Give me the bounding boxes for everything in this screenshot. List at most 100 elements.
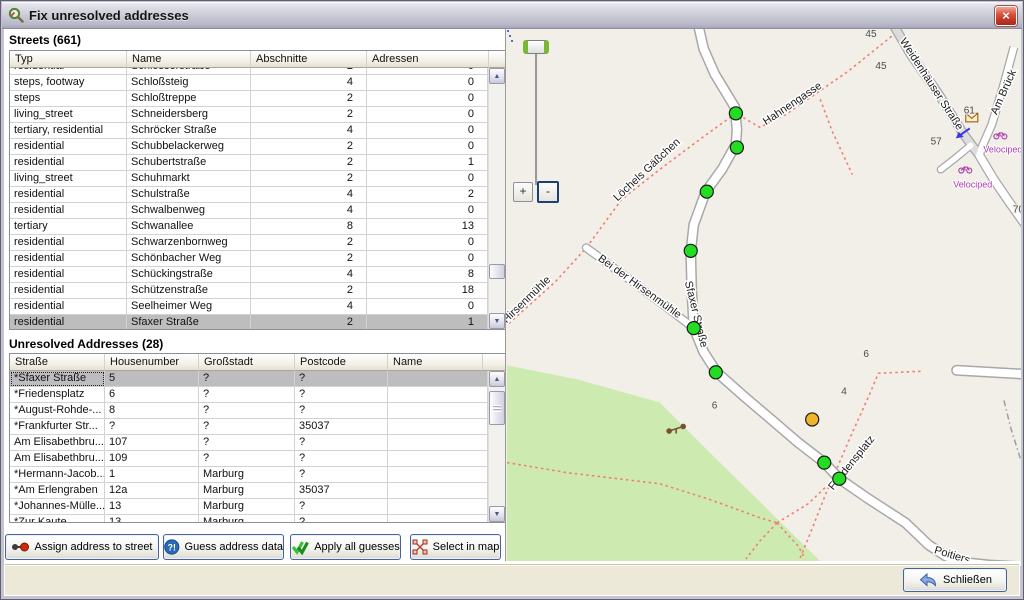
street-row[interactable]: stepsSchloßtreppe20 [10,91,488,107]
street-row[interactable]: tertiarySchwanallee813 [10,219,488,235]
street-row[interactable]: residentialSchönbacher Weg20 [10,251,488,267]
street-row[interactable]: residentialSchubertstraße21 [10,155,488,171]
addresse-row[interactable]: Am Elisabethbru...107?? [10,435,488,451]
cell: residential [10,235,127,251]
column-header-typ[interactable]: Typ [10,51,127,68]
street-row[interactable]: steps, footwaySchloßsteig40 [10,75,488,91]
cell: 6 [105,387,199,403]
street-row[interactable]: living_streetSchuhmarkt20 [10,171,488,187]
addresses-scrollbar[interactable]: ▲ ▼ [488,371,505,522]
street-row[interactable]: residentialSchlosserstraße20 [10,68,488,75]
address-marker[interactable] [729,107,742,120]
addresse-row[interactable]: *August-Rohde-...8?? [10,403,488,419]
street-row[interactable]: living_streetSchneidersberg20 [10,107,488,123]
streets-table: Typ Name Abschnitte Adressen residential… [9,50,506,330]
cell: Schuhmarkt [127,171,251,187]
street-row[interactable]: residentialSchwalbenweg40 [10,203,488,219]
addresses-table-header: Straße Housenumber Großstadt Postcode Na… [10,354,505,371]
street-row[interactable]: residentialSchubbelackerweg20 [10,139,488,155]
addresse-row[interactable]: *Johannes-Mülle...13Marburg? [10,499,488,515]
cell: 4 [251,75,367,91]
column-header-housenumber[interactable]: Housenumber [105,354,199,371]
button-label: Assign address to street [34,541,152,553]
cell: residential [10,251,127,267]
cell: ? [199,403,295,419]
schliessen-button[interactable]: Schließen [903,568,1007,592]
street-row[interactable]: residentialSchückingstraße48 [10,267,488,283]
scrollbar-thumb[interactable] [489,264,505,279]
zoom-slider-handle[interactable] [523,40,549,54]
street-row[interactable]: residentialSfaxer Straße21 [10,315,488,329]
cell: 0 [367,203,488,219]
scroll-down-icon[interactable]: ▼ [489,313,505,329]
cell: 1 [105,467,199,483]
button-label: Apply all guesses [314,541,400,553]
cell: 2 [251,155,367,171]
scroll-up-icon[interactable]: ▲ [489,371,505,387]
address-marker[interactable] [684,244,697,257]
column-header-adressen[interactable]: Adressen [367,51,489,68]
scrollbar-thumb[interactable] [489,391,505,425]
street-row[interactable]: residentialSchwarzenbornweg20 [10,235,488,251]
zoom-in-button[interactable]: + [513,182,533,202]
title-bar[interactable]: Fix unresolved addresses × [2,2,1022,29]
scroll-down-icon[interactable]: ▼ [489,506,505,522]
cell: 13 [105,515,199,522]
address-marker[interactable] [833,472,846,485]
cell: 0 [367,91,488,107]
cell [388,451,488,467]
addresse-row[interactable]: Am Elisabethbru...109?? [10,451,488,467]
cell: living_street [10,107,127,123]
column-header-abschnitte[interactable]: Abschnitte [251,51,367,68]
addresse-row[interactable]: *Frankfurter Str...??35037 [10,419,488,435]
housenumber-label: 45 [875,61,887,72]
apply-all-guesses-button[interactable]: Apply all guesses [290,534,401,560]
cell: 0 [367,299,488,315]
zoom-slider-track[interactable] [535,45,538,185]
scroll-up-icon[interactable]: ▲ [489,68,505,84]
street-label: Hahnengasse [761,80,824,128]
guess-address-data-button[interactable]: ?! Guess address data [163,534,284,560]
column-header-strasse[interactable]: Straße [10,354,105,371]
street-row[interactable]: residentialSchützenstraße218 [10,283,488,299]
cell [388,483,488,499]
cell: steps [10,91,127,107]
address-marker[interactable] [818,456,831,469]
column-header-filler [489,51,505,68]
column-header-name[interactable]: Name [388,354,483,371]
cell: residential [10,315,127,329]
street-row[interactable]: tertiary, residentialSchröcker Straße40 [10,123,488,139]
addresse-row[interactable]: *Hermann-Jacob...1Marburg? [10,467,488,483]
select-in-map-button[interactable]: Select in map [410,534,501,560]
address-marker-warning[interactable] [806,413,819,426]
cell: Schückingstraße [127,267,251,283]
close-icon[interactable]: × [995,6,1017,26]
address-marker[interactable] [700,185,713,198]
column-header-name[interactable]: Name [127,51,251,68]
map-panel[interactable]: Hahnengasse Weidenhäuser Straße Am Brück… [505,29,1021,561]
cell: living_street [10,171,127,187]
address-marker[interactable] [687,322,700,335]
cell: Marburg [199,515,295,522]
column-header-grossstadt[interactable]: Großstadt [199,354,295,371]
street-row[interactable]: residentialSeelheimer Weg40 [10,299,488,315]
zoom-out-button[interactable]: - [537,181,559,203]
street-row[interactable]: residentialSchulstraße42 [10,187,488,203]
cell: 0 [367,139,488,155]
streets-scrollbar[interactable]: ▲ ▼ [488,68,505,329]
addresse-row[interactable]: *Sfaxer Straße5?? [10,371,488,387]
column-header-postcode[interactable]: Postcode [295,354,388,371]
cell: 0 [367,251,488,267]
cell: 13 [367,219,488,235]
cell: Schönbacher Weg [127,251,251,267]
cell: Schloßtreppe [127,91,251,107]
addresse-row[interactable]: *Zur Kaute13Marburg? [10,515,488,522]
address-marker[interactable] [730,141,743,154]
cell: ? [199,387,295,403]
assign-address-to-street-button[interactable]: Assign address to street [5,534,159,560]
cell: ? [199,451,295,467]
address-marker[interactable] [709,366,722,379]
assign-street-icon [11,542,29,552]
addresse-row[interactable]: *Friedensplatz6?? [10,387,488,403]
addresse-row[interactable]: *Am Erlengraben12aMarburg35037 [10,483,488,499]
